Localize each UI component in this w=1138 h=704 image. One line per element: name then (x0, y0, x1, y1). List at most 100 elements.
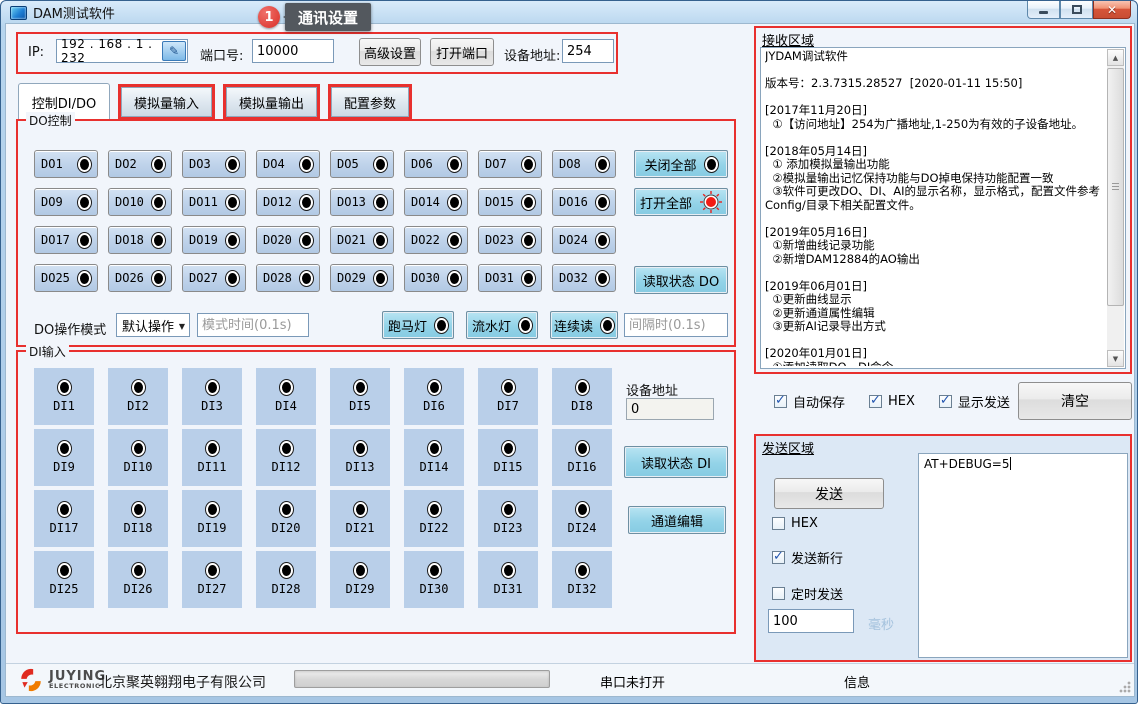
send-input[interactable]: AT+DEBUG=5 (918, 453, 1128, 658)
do-channel-button-do8[interactable]: DO8 (552, 150, 616, 178)
do-channel-button-do27[interactable]: DO27 (182, 264, 246, 292)
checkbox-icon (939, 395, 952, 408)
ip-input[interactable]: 192 . 168 . 1 . 232 ✎ (56, 39, 188, 63)
edit-ip-icon[interactable]: ✎ (162, 41, 186, 61)
do-channel-label: DO32 (559, 271, 588, 285)
di-device-addr-input[interactable] (626, 398, 714, 420)
flow-light-button[interactable]: 流水灯 (466, 311, 538, 339)
timed-send-checkbox[interactable]: 定时发送 (772, 584, 843, 603)
scroll-down-icon[interactable]: ▼ (1107, 350, 1124, 367)
do-channel-button-do25[interactable]: DO25 (34, 264, 98, 292)
do-channel-label: DO12 (263, 195, 292, 209)
di-channel-label: DI6 (423, 399, 445, 413)
do-channel-button-do23[interactable]: DO23 (478, 226, 542, 254)
do-channel-button-do14[interactable]: DO14 (404, 188, 468, 216)
do-channel-button-do24[interactable]: DO24 (552, 226, 616, 254)
di-channel-label: DI13 (346, 460, 375, 474)
do-grid: DO1 DO2 DO3 DO4 DO5 DO6 DO7 DO8 DO9 DO10 DO11 DO12 D… (34, 150, 616, 292)
do-channel-button-do26[interactable]: DO26 (108, 264, 172, 292)
open-port-button[interactable]: 打开端口 (430, 38, 494, 66)
close-all-button[interactable]: 关闭全部 (634, 150, 728, 178)
send-newline-checkbox[interactable]: 发送新行 (772, 548, 843, 567)
hex-send-checkbox[interactable]: HEX (772, 516, 843, 531)
do-channel-label: DO7 (485, 157, 507, 171)
channel-edit-button[interactable]: 通道编辑 (628, 506, 726, 534)
read-do-state-button[interactable]: 读取状态 DO (634, 266, 728, 294)
tab-analog-output[interactable]: 模拟量输出 (226, 87, 317, 117)
port-input[interactable] (252, 39, 334, 63)
resize-grip[interactable] (1119, 681, 1131, 693)
do-channel-button-do16[interactable]: DO16 (552, 188, 616, 216)
interval-time-input[interactable] (624, 313, 728, 337)
scrollbar-thumb[interactable] (1107, 68, 1124, 306)
do-mode-select[interactable]: 默认操作 ▼ (116, 313, 190, 337)
do-channel-button-do32[interactable]: DO32 (552, 264, 616, 292)
do-channel-button-do2[interactable]: DO2 (108, 150, 172, 178)
minimize-button[interactable] (1027, 1, 1060, 19)
do-channel-button-do9[interactable]: DO9 (34, 188, 98, 216)
do-channel-button-do6[interactable]: DO6 (404, 150, 468, 178)
do-mode-value: 默认操作 (122, 316, 174, 335)
led-icon (448, 157, 461, 172)
do-channel-button-do22[interactable]: DO22 (404, 226, 468, 254)
hex-receive-checkbox[interactable]: HEX (869, 392, 915, 411)
led-icon (448, 271, 461, 286)
do-channel-button-do4[interactable]: DO4 (256, 150, 320, 178)
port-status: 串口未打开 (600, 672, 665, 691)
advanced-settings-button[interactable]: 高级设置 (359, 38, 421, 66)
di-channel-label: DI9 (53, 460, 75, 474)
auto-save-checkbox[interactable]: 自动保存 (774, 392, 845, 411)
tab-config-params[interactable]: 配置参数 (331, 87, 409, 117)
do-channel-label: DO20 (263, 233, 292, 247)
do-channel-button-do29[interactable]: DO29 (330, 264, 394, 292)
do-channel-button-do31[interactable]: DO31 (478, 264, 542, 292)
scroll-up-icon[interactable]: ▲ (1107, 49, 1124, 66)
do-channel-button-do7[interactable]: DO7 (478, 150, 542, 178)
do-channel-label: DO26 (115, 271, 144, 285)
read-di-state-button[interactable]: 读取状态 DI (624, 446, 728, 478)
tab-highlight-box: 模拟量输出 (223, 84, 320, 120)
continuous-read-button[interactable]: 连续读 (550, 311, 618, 339)
do-channel-button-do28[interactable]: DO28 (256, 264, 320, 292)
send-input-text: AT+DEBUG=5 (924, 457, 1010, 471)
di-channel-tile-di15: DI15 (478, 429, 538, 486)
maximize-button[interactable] (1060, 1, 1093, 19)
checkbox-icon (772, 517, 785, 530)
do-channel-button-do20[interactable]: DO20 (256, 226, 320, 254)
marquee-button[interactable]: 跑马灯 (382, 311, 454, 339)
do-channel-button-do18[interactable]: DO18 (108, 226, 172, 254)
do-channel-button-do5[interactable]: DO5 (330, 150, 394, 178)
close-button[interactable]: ✕ (1093, 1, 1131, 19)
scrollbar[interactable]: ▲ ▼ (1107, 49, 1124, 367)
led-icon (280, 441, 293, 456)
di-channel-tile-di10: DI10 (108, 429, 168, 486)
do-channel-button-do19[interactable]: DO19 (182, 226, 246, 254)
led-icon (132, 441, 145, 456)
do-channel-button-do12[interactable]: DO12 (256, 188, 320, 216)
do-channel-button-do10[interactable]: DO10 (108, 188, 172, 216)
mode-time-input[interactable] (197, 313, 309, 337)
do-channel-button-do13[interactable]: DO13 (330, 188, 394, 216)
show-send-checkbox[interactable]: 显示发送 (939, 392, 1010, 411)
do-channel-button-do3[interactable]: DO3 (182, 150, 246, 178)
di-group-title: DI输入 (26, 343, 69, 360)
send-interval-input[interactable] (768, 609, 854, 633)
do-channel-button-do15[interactable]: DO15 (478, 188, 542, 216)
do-channel-button-do1[interactable]: DO1 (34, 150, 98, 178)
led-icon (374, 195, 387, 210)
do-channel-button-do17[interactable]: DO17 (34, 226, 98, 254)
di-channel-tile-di20: DI20 (256, 490, 316, 547)
send-button[interactable]: 发送 (774, 478, 884, 509)
tab-analog-input[interactable]: 模拟量输入 (121, 87, 212, 117)
clear-button[interactable]: 清空 (1018, 382, 1132, 420)
led-icon (300, 195, 313, 210)
led-icon (78, 233, 91, 248)
receive-log[interactable]: JYDAM调试软件 版本号：2.3.7315.28527 [2020-01-11… (760, 47, 1126, 369)
open-all-button[interactable]: 打开全部 (634, 188, 728, 216)
do-channel-button-do30[interactable]: DO30 (404, 264, 468, 292)
do-channel-button-do21[interactable]: DO21 (330, 226, 394, 254)
do-channel-label: DO11 (189, 195, 218, 209)
device-addr-input[interactable] (562, 39, 614, 63)
di-channel-tile-di11: DI11 (182, 429, 242, 486)
do-channel-button-do11[interactable]: DO11 (182, 188, 246, 216)
